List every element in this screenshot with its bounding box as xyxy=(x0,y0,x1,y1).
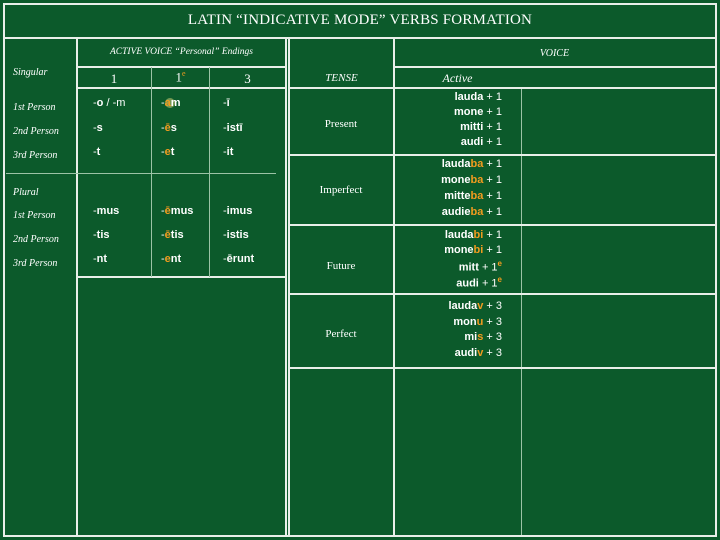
tense-row-divider-3 xyxy=(288,293,715,295)
ending-pl3-col1: -nt xyxy=(93,253,108,265)
verb-imperfect-1: laudaba + 1 xyxy=(441,158,502,170)
verb-present-2: mone + 1 xyxy=(453,106,502,118)
column-heading-1: 1 xyxy=(110,71,118,86)
plural-label: Plural xyxy=(13,187,39,198)
verb-perfect-1: laudav + 3 xyxy=(448,300,502,312)
endings-colhead-divider xyxy=(76,87,286,89)
person-label-plural-1: 1st Person xyxy=(13,210,56,221)
tense-row-divider-4 xyxy=(288,367,715,369)
ending-sg3-col1: -t xyxy=(93,146,101,158)
title-divider xyxy=(3,37,717,39)
active-header: Active xyxy=(442,71,473,85)
left-panel-right-edge xyxy=(285,38,287,536)
tense-present: Present xyxy=(324,118,358,130)
verb-future-3: mitt + 1e xyxy=(458,259,502,274)
ending-pl2-col2: -ētis xyxy=(161,229,184,241)
verb-present-1: lauda + 1 xyxy=(454,91,502,103)
verb-present-4: audi + 1 xyxy=(460,136,502,148)
frame-right xyxy=(715,3,717,537)
person-label-plural-3: 3rd Person xyxy=(13,258,58,269)
voice-header: VOICE xyxy=(539,48,570,59)
left-col-divider xyxy=(76,38,78,536)
ending-pl1-col2: -ēmus xyxy=(161,205,194,217)
verb-imperfect-3: mitteba + 1 xyxy=(444,190,502,202)
tense-row-divider-1 xyxy=(288,154,715,156)
verb-perfect-2: monu + 3 xyxy=(453,316,502,328)
voice-header-divider xyxy=(393,66,715,68)
ending-sg2-col1: -s xyxy=(93,122,103,134)
ending-sg3-col3: -it xyxy=(223,146,234,158)
ending-pl1-col3: -imus xyxy=(223,205,253,217)
verb-imperfect-4: audieba + 1 xyxy=(441,206,502,218)
verb-future-2: monebi + 1 xyxy=(444,244,502,256)
page-title: LATIN “INDICATIVE MODE” VERBS FORMATION xyxy=(187,12,533,28)
person-label-2: 2nd Person xyxy=(13,126,59,137)
column-heading-1e: 1e xyxy=(175,69,186,85)
frame-top xyxy=(3,3,717,5)
person-label-3: 3rd Person xyxy=(13,150,58,161)
ending-sg2-col3: -istī xyxy=(223,122,243,134)
verb-present-3: mitti + 1 xyxy=(460,121,502,133)
verb-imperfect-2: moneba + 1 xyxy=(441,174,502,186)
tense-col-divider xyxy=(393,38,395,536)
person-label-1: 1st Person xyxy=(13,102,56,113)
endings-bottom-divider xyxy=(76,276,286,278)
tense-row-divider-2 xyxy=(288,224,715,226)
right-panel-left-edge xyxy=(288,38,290,536)
verb-perfect-4: audiv + 3 xyxy=(454,347,502,359)
endings-col-divider-2 xyxy=(209,67,210,277)
verb-future-4: audi + 1e xyxy=(456,275,502,290)
column-heading-3: 3 xyxy=(244,71,251,86)
tense-header-divider xyxy=(288,87,715,89)
frame-bottom xyxy=(3,535,717,537)
singular-label: Singular xyxy=(13,67,48,78)
person-label-plural-2: 2nd Person xyxy=(13,234,59,245)
singular-plural-divider xyxy=(6,173,276,174)
tense-header: TENSE xyxy=(325,72,358,84)
ending-pl3-col3: -ērunt xyxy=(223,253,255,265)
ending-pl1-col1: -mus xyxy=(93,205,120,217)
ending-sg3-col2: -et xyxy=(161,146,175,158)
endings-col-divider-1 xyxy=(151,67,152,277)
verb-future-1: laudabi + 1 xyxy=(444,229,502,241)
ending-pl2-col1: -tis xyxy=(93,229,110,241)
tense-perfect: Perfect xyxy=(325,328,357,340)
tense-imperfect: Imperfect xyxy=(319,184,363,196)
endings-header: ACTIVE VOICE “Personal” Endings xyxy=(109,47,253,57)
ending-sg1-col2: -am xyxy=(161,97,181,109)
ending-sg1-col1: -o / -m xyxy=(93,97,126,109)
frame-left xyxy=(3,3,5,537)
ending-sg1-col3: -ī xyxy=(223,97,230,109)
tense-future: Future xyxy=(326,260,356,272)
ending-pl3-col2: -ent xyxy=(161,253,182,265)
verb-perfect-3: mis + 3 xyxy=(464,331,502,343)
ending-sg2-col2: -ēs xyxy=(161,122,177,134)
ending-pl2-col3: -istis xyxy=(223,229,249,241)
endings-header-divider xyxy=(76,66,286,68)
